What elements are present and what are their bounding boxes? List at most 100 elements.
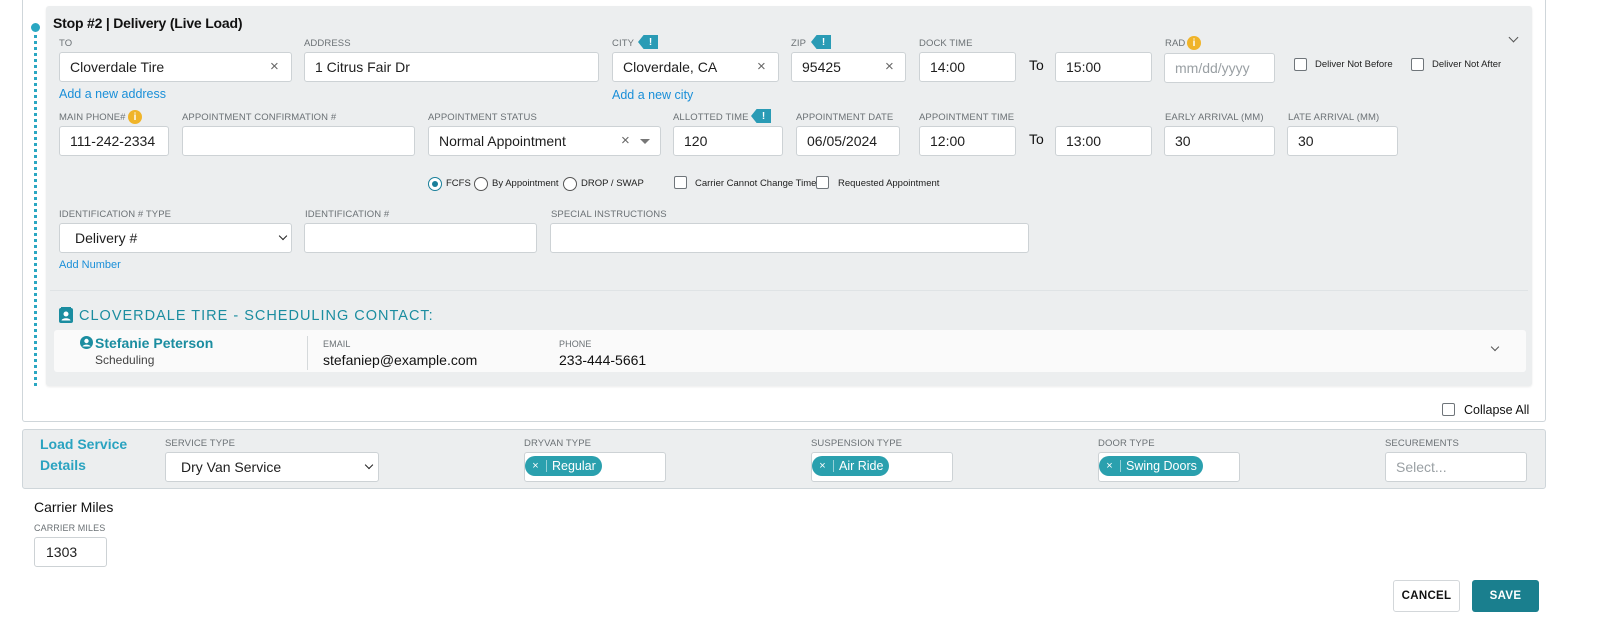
service-type-value: Dry Van Service <box>181 459 282 475</box>
contact-email-label: EMAIL <box>323 339 351 349</box>
identification-type-value: Delivery # <box>75 230 138 246</box>
suspension-tag-remove-icon[interactable]: × <box>812 460 834 472</box>
rad-info-icon[interactable]: i <box>1187 36 1201 50</box>
special-instructions-input[interactable] <box>550 223 1029 253</box>
requested-appointment-checkbox[interactable] <box>816 176 829 189</box>
dock-time-from-input[interactable]: 14:00 <box>919 52 1016 82</box>
allotted-time-input[interactable]: 120 <box>673 126 783 156</box>
appointment-time-to-value: 13:00 <box>1066 133 1102 149</box>
carrier-miles-value: 1303 <box>46 544 78 560</box>
appointment-status-label: APPOINTMENT STATUS <box>428 112 537 123</box>
stop-title: Stop #2 | Delivery (Live Load) <box>53 15 243 31</box>
early-arrival-value: 30 <box>1175 133 1191 149</box>
dryvan-tag-label: Regular <box>552 459 596 473</box>
rad-placeholder: mm/dd/yyyy <box>1175 60 1250 76</box>
allotted-time-label: ALLOTTED TIME <box>673 112 749 123</box>
address-label: ADDRESS <box>304 38 351 49</box>
address-input[interactable]: 1 Citrus Fair Dr <box>304 52 599 82</box>
late-arrival-input[interactable]: 30 <box>1287 126 1398 156</box>
by-appointment-radio[interactable] <box>474 177 488 191</box>
appointment-status-clear-icon[interactable]: × <box>621 133 630 148</box>
deliver-not-before-checkbox[interactable] <box>1294 58 1307 71</box>
contact-email: stefaniep@example.com <box>323 352 478 368</box>
collapse-all-label: Collapse All <box>1464 403 1530 417</box>
carrier-cannot-change-time-checkbox[interactable] <box>674 176 687 189</box>
appointment-time-to-input[interactable]: 13:00 <box>1055 126 1152 156</box>
main-phone-value: 111-242-2334 <box>70 133 156 149</box>
appointment-status-value: Normal Appointment <box>439 133 566 149</box>
main-phone-input[interactable]: 111-242-2334 <box>59 126 169 156</box>
identification-number-input[interactable] <box>304 223 537 253</box>
appointment-status-chevron-icon[interactable] <box>640 139 650 144</box>
city-input[interactable]: Cloverdale, CA <box>612 52 779 82</box>
timeline-stop-marker <box>29 21 42 34</box>
identification-type-select[interactable]: Delivery # <box>59 223 292 253</box>
suspension-tag-label: Air Ride <box>839 459 884 473</box>
appointment-date-value: 06/05/2024 <box>807 133 878 149</box>
to-input[interactable]: Cloverdale Tire <box>59 52 292 82</box>
door-type-label: DOOR TYPE <box>1098 438 1155 449</box>
cancel-button[interactable]: CANCEL <box>1393 580 1460 612</box>
main-phone-info-icon[interactable]: i <box>128 110 142 124</box>
fcfs-radio[interactable] <box>428 177 442 191</box>
appointment-time-to-word: To <box>1029 131 1044 147</box>
by-appointment-radio-label: By Appointment <box>492 178 559 189</box>
suspension-type-tag: × Air Ride <box>812 456 890 476</box>
carrier-cannot-change-time-label: Carrier Cannot Change Time <box>695 178 817 189</box>
zip-value: 95425 <box>802 59 841 75</box>
city-value: Cloverdale, CA <box>623 59 718 75</box>
appointment-time-from-input[interactable]: 12:00 <box>919 126 1016 156</box>
appointment-time-label: APPOINTMENT TIME <box>919 112 1015 123</box>
contact-phone-label: PHONE <box>559 339 592 349</box>
requested-appointment-label: Requested Appointment <box>838 178 940 189</box>
zip-clear-icon[interactable]: × <box>885 59 894 74</box>
early-arrival-label: EARLY ARRIVAL (MM) <box>1165 112 1264 123</box>
person-icon <box>80 336 93 349</box>
service-type-select[interactable]: Dry Van Service <box>165 452 379 482</box>
dryvan-type-label: DRYVAN TYPE <box>524 438 592 449</box>
dock-time-from-value: 14:00 <box>930 59 966 75</box>
late-arrival-value: 30 <box>1298 133 1314 149</box>
early-arrival-input[interactable]: 30 <box>1164 126 1275 156</box>
appointment-confirmation-input[interactable] <box>182 126 415 156</box>
securements-select[interactable]: Select... <box>1385 452 1527 482</box>
to-label: TO <box>59 38 73 49</box>
suspension-type-label: SUSPENSION TYPE <box>811 438 903 449</box>
contact-card-icon <box>59 307 73 323</box>
city-clear-icon[interactable]: × <box>757 59 766 74</box>
drop-swap-radio[interactable] <box>563 177 577 191</box>
appointment-date-input[interactable]: 06/05/2024 <box>796 126 900 156</box>
appointment-time-from-value: 12:00 <box>930 133 966 149</box>
scheduling-contact-heading: CLOVERDALE TIRE - SCHEDULING CONTACT: <box>79 308 434 324</box>
door-tag-remove-icon[interactable]: × <box>1099 460 1121 472</box>
rad-date-input[interactable]: mm/dd/yyyy <box>1164 53 1275 83</box>
carrier-miles-heading: Carrier Miles <box>34 499 114 515</box>
contact-phone: 233-444-5661 <box>559 352 647 368</box>
add-number-link[interactable]: Add Number <box>59 259 121 271</box>
dock-time-to-input[interactable]: 15:00 <box>1055 52 1152 82</box>
zip-label: ZIP <box>791 38 807 49</box>
save-button[interactable]: SAVE <box>1472 580 1539 612</box>
securements-placeholder: Select... <box>1396 459 1447 475</box>
drop-swap-radio-label: DROP / SWAP <box>581 178 644 189</box>
fcfs-radio-label: FCFS <box>446 178 471 189</box>
dryvan-tag-remove-icon[interactable]: × <box>525 460 547 472</box>
rad-label: RAD <box>1165 38 1186 49</box>
carrier-miles-input[interactable]: 1303 <box>34 537 107 567</box>
to-clear-icon[interactable]: × <box>270 59 279 74</box>
contact-name[interactable]: Stefanie Peterson <box>95 335 213 351</box>
deliver-not-after-checkbox[interactable] <box>1411 58 1424 71</box>
dock-time-label: DOCK TIME <box>919 38 973 49</box>
address-value: 1 Citrus Fair Dr <box>315 59 410 75</box>
collapse-all-checkbox[interactable] <box>1442 403 1455 416</box>
deliver-not-after-label: Deliver Not After <box>1432 59 1502 70</box>
deliver-not-before-label: Deliver Not Before <box>1315 59 1393 70</box>
add-new-city-link[interactable]: Add a new city <box>612 88 693 102</box>
appointment-date-label: APPOINTMENT DATE <box>796 112 894 123</box>
contact-divider <box>50 290 1528 291</box>
dryvan-type-tag: × Regular <box>525 456 602 476</box>
allotted-time-value: 120 <box>684 133 708 149</box>
add-new-address-link[interactable]: Add a new address <box>59 87 166 101</box>
door-type-tag: × Swing Doors <box>1099 456 1203 476</box>
contact-row <box>54 330 1526 372</box>
